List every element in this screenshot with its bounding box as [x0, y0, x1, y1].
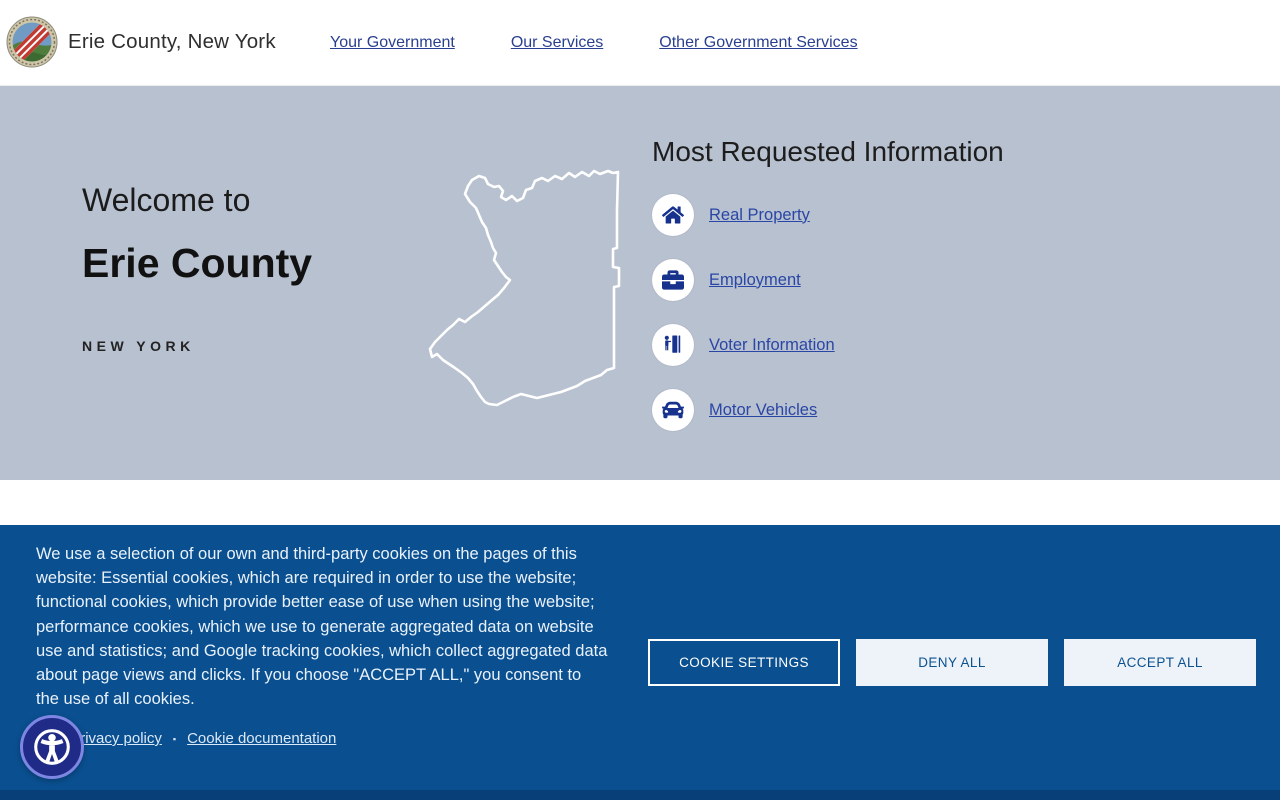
- nav-your-government[interactable]: Your Government: [330, 34, 455, 52]
- person-booth-icon: [652, 324, 694, 366]
- main-nav: Your Government Our Services Other Gover…: [330, 0, 858, 86]
- most-requested-title: Most Requested Information: [652, 136, 1004, 168]
- most-requested-list: Real Property Employment Voter Inf: [652, 194, 835, 454]
- list-item-motor-vehicles[interactable]: Motor Vehicles: [652, 389, 835, 431]
- hero-state-label: NEW YORK: [82, 338, 195, 354]
- cookie-settings-button[interactable]: COOKIE SETTINGS: [648, 639, 840, 686]
- banner-bottom-shade: [0, 790, 1280, 800]
- site-title: Erie County, New York: [68, 30, 276, 54]
- hero-county-name: Erie County: [82, 240, 312, 287]
- accept-all-button[interactable]: ACCEPT ALL: [1064, 639, 1256, 686]
- hero-section: Welcome to Erie County NEW YORK Most Req…: [0, 86, 1280, 480]
- site-header: Erie County, New York Your Government Ou…: [0, 0, 1280, 86]
- cookie-buttons: COOKIE SETTINGS DENY ALL ACCEPT ALL: [648, 639, 1256, 686]
- county-seal-logo: [6, 16, 58, 68]
- cookie-consent-banner: We use a selection of our own and third-…: [0, 525, 1280, 800]
- hero-welcome-text: Welcome to: [82, 182, 250, 219]
- home-icon: [652, 194, 694, 236]
- erie-county-map-outline: [410, 150, 640, 420]
- nav-our-services[interactable]: Our Services: [511, 34, 603, 52]
- deny-all-button[interactable]: DENY ALL: [856, 639, 1048, 686]
- briefcase-icon: [652, 259, 694, 301]
- bullet-separator: ▪: [173, 734, 176, 744]
- real-property-link[interactable]: Real Property: [709, 206, 810, 225]
- cookie-message: We use a selection of our own and third-…: [36, 542, 608, 711]
- cookie-documentation-link[interactable]: Cookie documentation: [187, 730, 336, 747]
- nav-other-government-services[interactable]: Other Government Services: [659, 34, 857, 52]
- accessibility-widget-button[interactable]: [20, 715, 84, 779]
- employment-link[interactable]: Employment: [709, 271, 801, 290]
- universal-access-icon: [30, 725, 74, 769]
- car-icon: [652, 389, 694, 431]
- list-item-voter-information[interactable]: Voter Information: [652, 324, 835, 366]
- voter-information-link[interactable]: Voter Information: [709, 336, 835, 355]
- list-item-real-property[interactable]: Real Property: [652, 194, 835, 236]
- motor-vehicles-link[interactable]: Motor Vehicles: [709, 401, 817, 420]
- list-item-employment[interactable]: Employment: [652, 259, 835, 301]
- site-home-link[interactable]: Erie County, New York: [6, 16, 276, 68]
